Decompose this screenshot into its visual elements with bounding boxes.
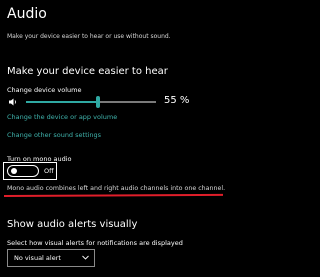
toggle-knob [11, 168, 17, 174]
volume-slider[interactable] [26, 96, 156, 108]
speaker-icon [9, 98, 16, 106]
section-heading-audio-alerts: Show audio alerts visually [7, 219, 138, 230]
volume-label: Change device volume [7, 86, 82, 94]
chevron-down-icon [82, 255, 89, 260]
mono-audio-description: Mono audio combines left and right audio… [7, 185, 226, 192]
change-other-sound-settings-link[interactable]: Change other sound settings [7, 131, 101, 139]
mono-audio-toggle[interactable] [7, 165, 39, 177]
mono-audio-state: Off [44, 167, 54, 175]
visual-alerts-label: Select how visual alerts for notificatio… [7, 239, 183, 247]
visual-alert-dropdown[interactable]: No visual alert [7, 249, 95, 267]
page-title: Audio [7, 6, 47, 22]
visual-alert-selected: No visual alert [14, 254, 61, 262]
change-device-app-volume-link[interactable]: Change the device or app volume [7, 113, 117, 121]
section-heading-easier-to-hear: Make your device easier to hear [7, 66, 168, 77]
volume-value: 55 % [164, 95, 190, 106]
page-description: Make your device easier to hear or use w… [7, 33, 171, 40]
annotation-underline [3, 193, 224, 197]
volume-slider-fill [26, 101, 98, 103]
volume-slider-thumb[interactable] [95, 96, 100, 108]
